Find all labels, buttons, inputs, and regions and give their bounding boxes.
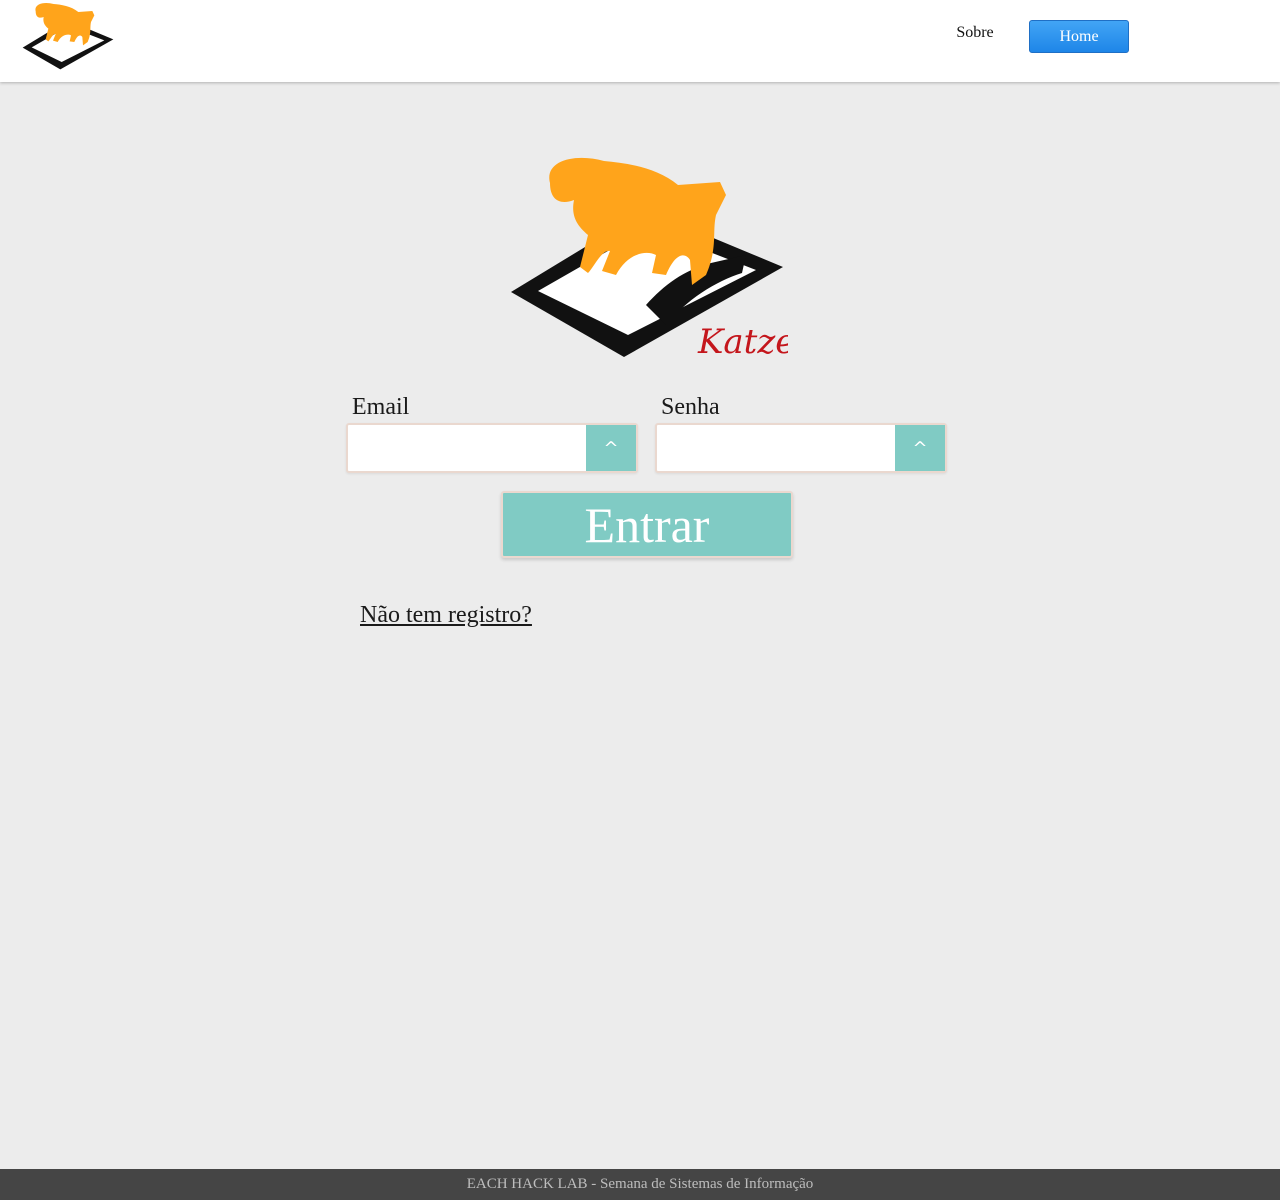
footer-text: EACH HACK LAB - Semana de Sistemas de In…	[466, 1176, 814, 1192]
caret-up-icon: ^	[912, 438, 928, 459]
email-field[interactable]	[348, 425, 586, 471]
password-label: Senha	[661, 394, 720, 420]
cat-on-book-logo-icon[interactable]	[20, 2, 116, 72]
nav-sobre-link[interactable]: Sobre	[940, 24, 1010, 42]
password-caret-button[interactable]: ^	[895, 425, 945, 471]
entrar-button[interactable]: Entrar	[501, 491, 793, 558]
footer: EACH HACK LAB - Semana de Sistemas de In…	[0, 1169, 1280, 1200]
katze-logo-text: Katze	[697, 322, 788, 362]
caret-up-icon: ^	[603, 438, 619, 459]
password-field-wrapper: ^	[655, 423, 947, 473]
register-link[interactable]: Não tem registro?	[360, 602, 532, 629]
password-field[interactable]	[657, 425, 895, 471]
email-label: Email	[352, 394, 410, 420]
email-caret-button[interactable]: ^	[586, 425, 636, 471]
email-field-wrapper: ^	[346, 423, 638, 473]
nav-home-button[interactable]: Home	[1029, 20, 1129, 53]
top-navbar: Sobre Home	[0, 0, 1280, 82]
katze-cat-book-logo-icon: Katze	[511, 157, 788, 362]
